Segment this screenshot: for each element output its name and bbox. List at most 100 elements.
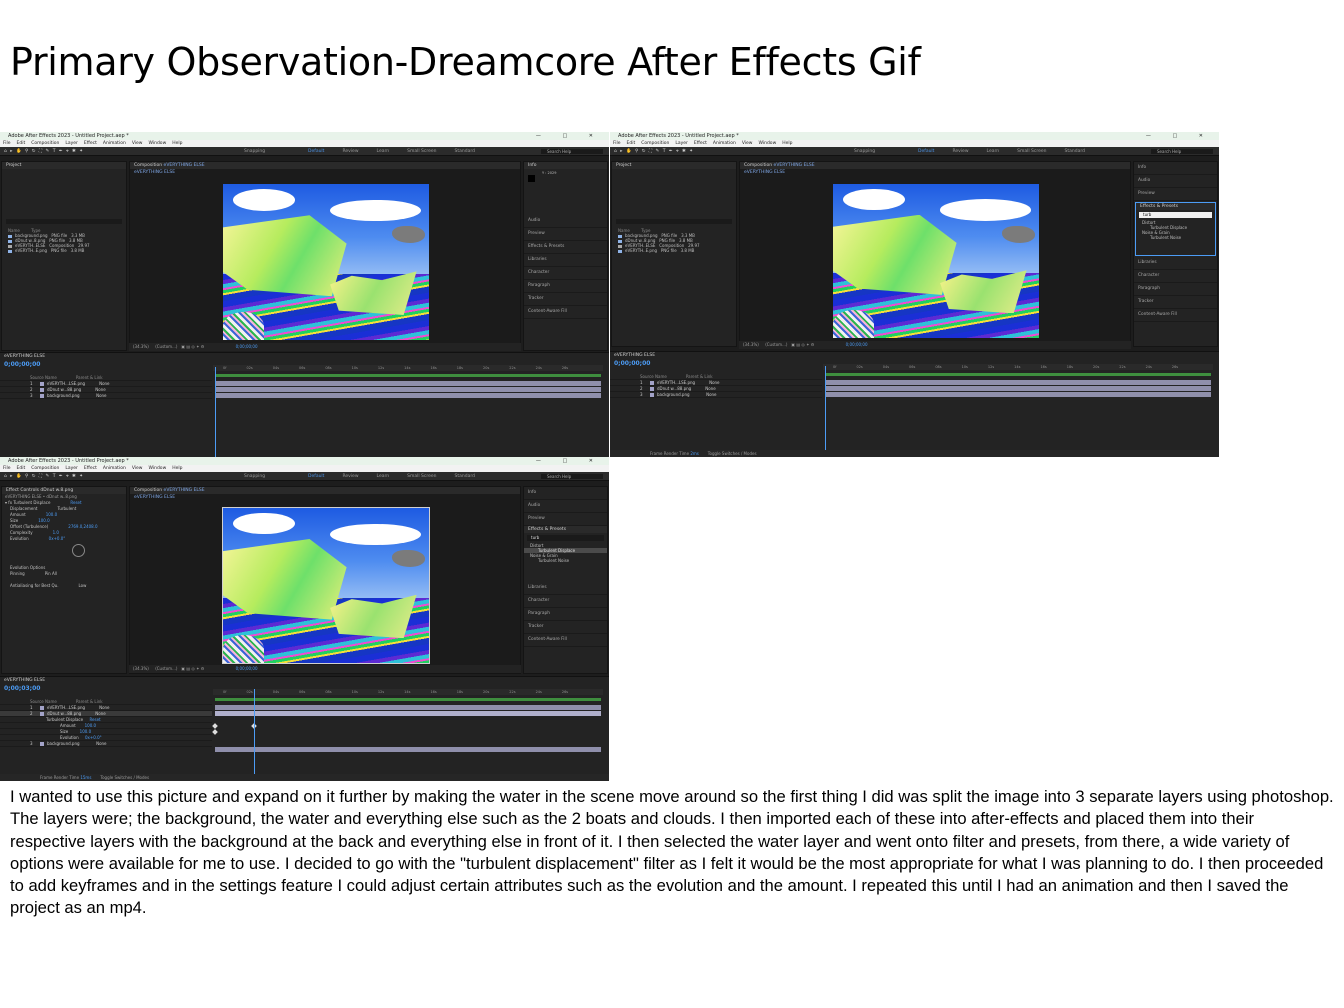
menu-animation[interactable]: Animation xyxy=(103,466,126,471)
tools-icon-row[interactable]: ⌂ ▸ ✋ ⚲ ↻ ⛶ ✎ T ✒ ⌖ ✱ ✦ xyxy=(4,472,84,481)
menu-window[interactable]: Window xyxy=(149,141,167,146)
effects-search-input[interactable]: turb xyxy=(1139,212,1212,218)
work-area-bar[interactable] xyxy=(215,374,601,377)
content-aware-fill-panel[interactable]: Content-Aware Fill xyxy=(524,634,607,647)
libraries-panel[interactable]: Libraries xyxy=(524,582,607,595)
effect-property[interactable]: Pinning Pin All xyxy=(2,571,126,577)
menu-view[interactable]: View xyxy=(132,141,143,146)
effects-search-input[interactable]: turb xyxy=(527,535,604,541)
workspace-default[interactable]: Default xyxy=(308,474,324,479)
menu-edit[interactable]: Edit xyxy=(627,141,636,146)
layer-bar[interactable] xyxy=(825,392,1211,397)
project-search-input[interactable] xyxy=(6,219,122,224)
content-aware-fill-panel[interactable]: Content-Aware Fill xyxy=(524,306,607,319)
timeline-tab[interactable]: eVERYTHING ELSE xyxy=(0,353,609,360)
snapping-toggle[interactable]: Snapping xyxy=(244,147,265,156)
layer-bar[interactable] xyxy=(215,393,601,398)
audio-panel[interactable]: Audio xyxy=(524,500,607,513)
workspace-review[interactable]: Review xyxy=(952,149,968,154)
menu-view[interactable]: View xyxy=(742,141,753,146)
workspace-learn[interactable]: Learn xyxy=(987,149,1000,154)
time-ruler[interactable]: 0f 02s 04s 06s 08s 10s 12s 14s 16s 18s 20s 22s 24s 26… xyxy=(823,364,1213,370)
effects-presets-panel[interactable]: Effects & Presets xyxy=(524,241,607,254)
menu-edit[interactable]: Edit xyxy=(17,466,26,471)
work-area-bar[interactable] xyxy=(215,698,601,701)
search-help-input[interactable]: Search Help xyxy=(541,149,603,154)
window-controls[interactable]: — □ ✕ xyxy=(536,457,603,465)
tools-icon-row[interactable]: ⌂ ▸ ✋ ⚲ ↻ ⛶ ✎ T ✒ ⌖ ✱ ✦ xyxy=(4,147,84,156)
workspace-small-screen[interactable]: Small Screen xyxy=(1017,149,1046,154)
menu-view[interactable]: View xyxy=(132,466,143,471)
info-panel-header[interactable]: Info xyxy=(524,162,607,169)
zoom-select[interactable]: (34.3%) xyxy=(743,342,759,347)
playhead[interactable] xyxy=(825,366,826,450)
playhead[interactable] xyxy=(215,367,216,457)
layer-bar[interactable] xyxy=(215,705,601,710)
comp-breadcrumb[interactable]: eVERYTHING ELSE xyxy=(740,169,1130,176)
keyframe-icon[interactable] xyxy=(212,723,218,729)
resolution-select[interactable]: (Custom...) xyxy=(155,666,177,671)
layer-bar[interactable] xyxy=(215,381,601,386)
menu-effect[interactable]: Effect xyxy=(84,141,97,146)
workspace-standard[interactable]: Standard xyxy=(1065,149,1085,154)
viewer-controls[interactable]: (34.3%) (Custom...) ▣ ▤ ◎ ✦ ⚙ 0;00;00;00 xyxy=(129,665,521,673)
workspace-small-screen[interactable]: Small Screen xyxy=(407,149,436,154)
tracker-panel[interactable]: Tracker xyxy=(1134,296,1217,309)
workspace-standard[interactable]: Standard xyxy=(455,474,475,479)
menu-help[interactable]: Help xyxy=(172,466,182,471)
timeline-tab[interactable]: eVERYTHING ELSE xyxy=(610,352,1219,359)
layer-bar[interactable] xyxy=(215,747,601,752)
zoom-select[interactable]: (34.3%) xyxy=(133,344,149,349)
composition-tab[interactable]: Composition eVERYTHING ELSE xyxy=(740,162,1130,169)
project-search-input[interactable] xyxy=(616,219,732,224)
workspace-learn[interactable]: Learn xyxy=(377,149,390,154)
menu-layer[interactable]: Layer xyxy=(65,141,78,146)
menu-effect[interactable]: Effect xyxy=(694,141,707,146)
viewer-timecode[interactable]: 0;00;00;00 xyxy=(236,666,258,671)
libraries-panel[interactable]: Libraries xyxy=(1134,257,1217,270)
content-aware-fill-panel[interactable]: Content-Aware Fill xyxy=(1134,309,1217,322)
menu-composition[interactable]: Composition xyxy=(31,466,59,471)
current-time[interactable]: 0;00;00;00 xyxy=(614,360,650,367)
toggle-switches-modes[interactable]: Toggle Switches / Modes xyxy=(708,451,757,456)
character-panel[interactable]: Character xyxy=(1134,270,1217,283)
viewer-timecode[interactable]: 0;00;00;00 xyxy=(236,344,258,349)
layer-bar-selected[interactable] xyxy=(215,711,601,716)
paragraph-panel[interactable]: Paragraph xyxy=(1134,283,1217,296)
menu-file[interactable]: File xyxy=(613,141,621,146)
audio-panel[interactable]: Audio xyxy=(524,215,607,228)
evolution-dial[interactable] xyxy=(72,544,85,557)
audio-panel[interactable]: Audio xyxy=(1134,175,1217,188)
effect-property[interactable]: Antialiasing for Best Qu. Low xyxy=(2,583,126,589)
paragraph-panel[interactable]: Paragraph xyxy=(524,608,607,621)
tools-icon-row[interactable]: ⌂ ▸ ✋ ⚲ ↻ ⛶ ✎ T ✒ ⌖ ✱ ✦ xyxy=(614,147,694,156)
playhead[interactable] xyxy=(254,689,255,775)
menu-file[interactable]: File xyxy=(3,466,11,471)
workspace-small-screen[interactable]: Small Screen xyxy=(407,474,436,479)
project-panel-header[interactable]: Project xyxy=(612,162,736,169)
snapping-toggle[interactable]: Snapping xyxy=(854,147,875,156)
layer-row[interactable]: 3 background.png None xyxy=(610,392,822,398)
zoom-select[interactable]: (34.3%) xyxy=(133,666,149,671)
reset-button[interactable]: Reset xyxy=(70,500,81,505)
search-help-input[interactable]: Search Help xyxy=(1151,149,1213,154)
workspace-learn[interactable]: Learn xyxy=(377,474,390,479)
menu-layer[interactable]: Layer xyxy=(675,141,688,146)
effect-property[interactable]: Evolution 0x+0.0° xyxy=(2,536,126,542)
menu-file[interactable]: File xyxy=(3,141,11,146)
workspace-standard[interactable]: Standard xyxy=(455,149,475,154)
composition-tab[interactable]: Composition eVERYTHING ELSE xyxy=(130,487,520,494)
menu-composition[interactable]: Composition xyxy=(31,141,59,146)
menu-help[interactable]: Help xyxy=(172,141,182,146)
preview-panel[interactable]: Preview xyxy=(524,228,607,241)
viewer-controls[interactable]: (34.3%) (Custom...) ▣ ▤ ◎ ✦ ⚙ 0;00;00;00 xyxy=(129,343,521,351)
resolution-select[interactable]: (Custom...) xyxy=(765,342,787,347)
layer-bar[interactable] xyxy=(215,387,601,392)
effect-controls-tab[interactable]: Effect Controls dDnut w.8.png xyxy=(2,487,126,494)
preview-panel[interactable]: Preview xyxy=(524,513,607,526)
menu-window[interactable]: Window xyxy=(149,466,167,471)
menu-layer[interactable]: Layer xyxy=(65,466,78,471)
window-controls[interactable]: — □ ✕ xyxy=(536,132,603,140)
viewer-timecode[interactable]: 0;00;00;00 xyxy=(846,342,868,347)
composition-tab[interactable]: Composition eVERYTHING ELSE xyxy=(130,162,520,169)
